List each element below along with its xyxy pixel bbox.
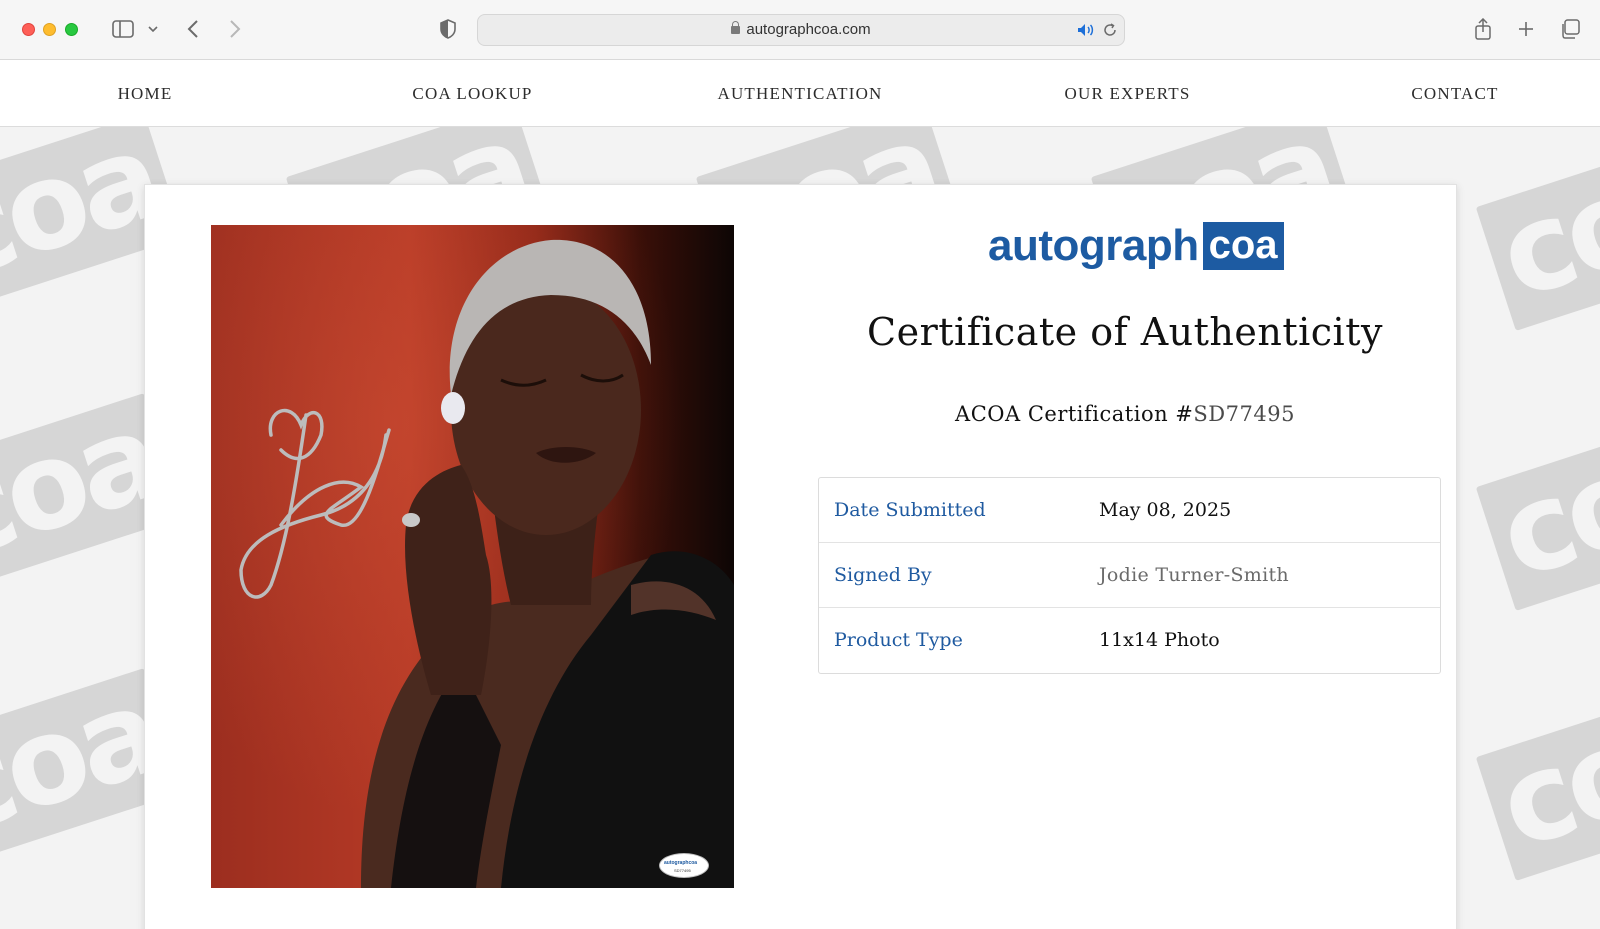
minimize-window-button[interactable] [43, 23, 56, 36]
speaker-icon[interactable] [1076, 20, 1096, 40]
signed-by-label: Signed By [834, 564, 932, 586]
reload-icon[interactable] [1101, 20, 1119, 40]
forward-arrow-icon[interactable] [224, 16, 246, 42]
certificate-details-table: Date Submitted May 08, 2025 Signed By Jo… [818, 477, 1441, 674]
nav-coa-lookup[interactable]: COA LOOKUP [390, 60, 555, 127]
tab-overview-icon[interactable] [1559, 16, 1581, 42]
signed-by-link[interactable]: Jodie Turner-Smith [1099, 543, 1289, 608]
browser-toolbar: autographcoa.com [0, 0, 1600, 60]
watermark-tile: coa [1475, 677, 1600, 881]
table-row: Date Submitted May 08, 2025 [819, 478, 1440, 543]
new-tab-plus-icon[interactable] [1516, 16, 1536, 42]
nav-authentication[interactable]: AUTHENTICATION [700, 60, 900, 127]
nav-our-experts[interactable]: OUR EXPERTS [1040, 60, 1215, 127]
table-row: Signed By Jodie Turner-Smith [819, 543, 1440, 608]
site-navigation: HOME COA LOOKUP AUTHENTICATION OUR EXPER… [0, 60, 1600, 127]
url-label: autographcoa.com [746, 21, 871, 38]
certificate-card: autographcoa SD77495 autograph coa Certi… [144, 184, 1457, 929]
watermark-tile: coa [1475, 407, 1600, 611]
date-submitted-label: Date Submitted [834, 499, 986, 521]
logo-text-autograph: autograph [988, 221, 1199, 270]
product-type-value: 11x14 Photo [1099, 629, 1220, 651]
zoom-window-button[interactable] [65, 23, 78, 36]
address-bar[interactable]: autographcoa.com [477, 14, 1125, 46]
watermark-tile: coa [1475, 127, 1600, 331]
nav-contact[interactable]: CONTACT [1390, 60, 1520, 127]
certificate-title: Certificate of Authenticity [867, 310, 1383, 354]
certification-id: SD77495 [1193, 402, 1295, 426]
date-submitted-value: May 08, 2025 [1099, 499, 1232, 521]
close-window-button[interactable] [22, 23, 35, 36]
sidebar-toggle-icon[interactable] [110, 16, 136, 42]
nav-home[interactable]: HOME [80, 60, 210, 127]
lock-icon [731, 21, 741, 34]
portrait-illustration [239, 239, 734, 888]
table-row: Product Type 11x14 Photo [819, 608, 1440, 673]
back-arrow-icon[interactable] [182, 16, 204, 42]
certification-number: ACOA Certification #SD77495 [825, 402, 1425, 426]
share-icon[interactable] [1473, 16, 1493, 42]
signed-photo[interactable]: autographcoa SD77495 [211, 225, 734, 888]
autographcoa-logo[interactable]: autograph coa [988, 221, 1284, 270]
privacy-shield-icon[interactable] [437, 16, 459, 42]
authentication-sticker: autographcoa SD77495 [659, 853, 709, 878]
chevron-down-icon[interactable] [146, 16, 160, 42]
logo-text-coa: coa [1202, 222, 1284, 270]
product-type-label: Product Type [834, 629, 963, 651]
certification-prefix: ACOA Certification # [955, 402, 1194, 426]
url-text: autographcoa.com [478, 15, 1124, 45]
